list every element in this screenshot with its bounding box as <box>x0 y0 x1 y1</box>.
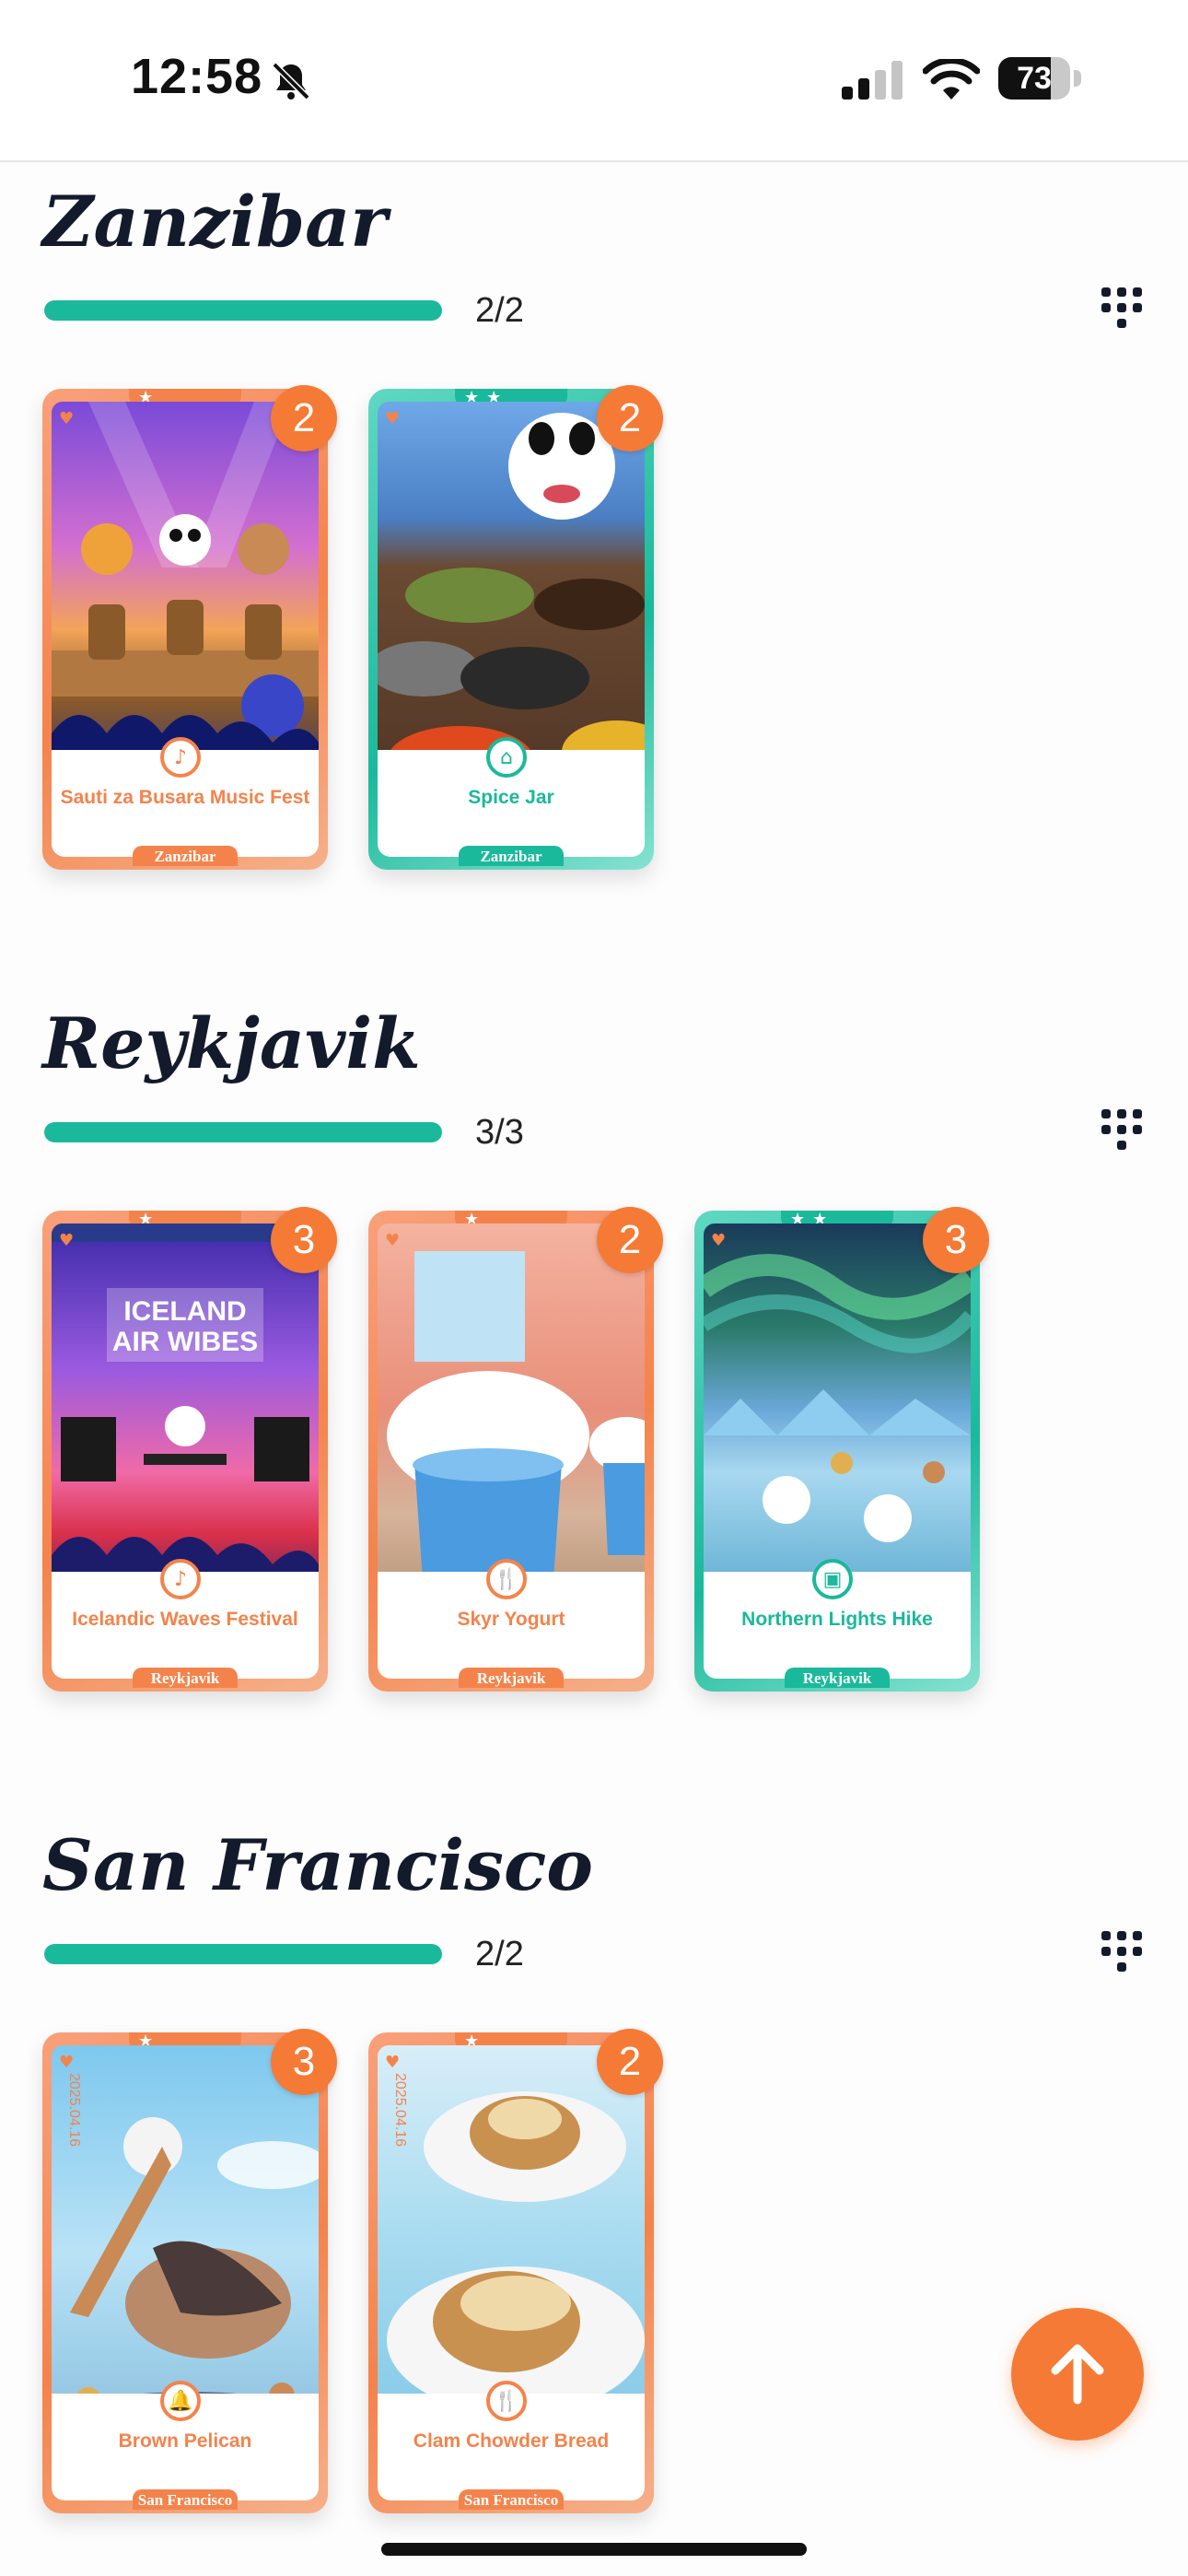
collectible-card[interactable]: ★ 2025.04.16 ♥ 🔔 Brown Pelican San Franc… <box>42 2032 328 2513</box>
card-count-badge: 3 <box>923 1207 989 1273</box>
progress-bar <box>44 1122 442 1142</box>
art-banner-line-2: AIR WIBES <box>112 1327 258 1357</box>
art-banner-line-1: ICELAND <box>123 1296 246 1327</box>
heart-icon: ♥ <box>59 1231 75 1250</box>
card-name: Skyr Yogurt <box>457 1609 565 1630</box>
card-city: Zanzibar <box>459 846 564 866</box>
card-name: Icelandic Waves Festival <box>72 1609 298 1630</box>
card-name: Spice Jar <box>468 787 554 808</box>
progress-bar <box>44 1944 442 1964</box>
collectible-card[interactable]: ★ ♥ ♪ Sauti za Busara Music Fest Zanziba… <box>42 389 328 870</box>
status-bar: 12:58 73 <box>0 0 1188 162</box>
card-city: Reykjavik <box>459 1668 564 1688</box>
progress-count: 2/2 <box>475 1935 524 1973</box>
section-title: Zanzibar <box>42 181 388 263</box>
heart-icon: ♥ <box>59 2053 75 2072</box>
card-count-badge: 2 <box>597 385 663 451</box>
card-count-badge: 2 <box>271 385 337 451</box>
cellular-signal-icon <box>842 61 903 100</box>
card-count-badge: 2 <box>597 1207 663 1273</box>
battery-percent: 73 <box>1017 61 1052 96</box>
progress-bar <box>44 300 442 321</box>
card-city: Zanzibar <box>133 846 238 866</box>
wifi-icon <box>923 59 980 100</box>
heart-icon: ♥ <box>385 409 401 428</box>
section-title: Reykjavik <box>42 1002 421 1084</box>
collectible-card[interactable]: ★★ ♥ ▣ Northern Lights Hike Reykjavik <box>694 1211 980 1692</box>
card-city: Reykjavik <box>785 1668 890 1688</box>
collectible-card[interactable]: ★ ICELAND AIR WIBES ♥ ♪ Icelandic Waves … <box>42 1211 328 1692</box>
spice-icon: ⌂ <box>486 737 527 778</box>
home-indicator <box>381 2543 807 2556</box>
collectible-card[interactable]: ★★ ♥ ⌂ Spice Jar Zanzibar <box>368 389 654 870</box>
collectible-card[interactable]: ★ ♥ 🍴 Skyr Yogurt Reykjavik <box>368 1211 654 1692</box>
grid-view-icon[interactable] <box>1100 286 1144 330</box>
music-note-icon: ♪ <box>160 737 201 778</box>
card-city: San Francisco <box>459 2489 564 2510</box>
card-date: 2025.04.16 <box>66 2073 82 2147</box>
section-title: San Francisco <box>42 1824 593 1906</box>
card-count-badge: 3 <box>271 2029 337 2095</box>
bell-muted-icon <box>272 62 310 100</box>
card-name: Clam Chowder Bread <box>413 2430 610 2452</box>
progress-count: 3/3 <box>475 1113 524 1152</box>
animal-icon: 🔔 <box>160 2381 201 2421</box>
card-name: Sauti za Busara Music Fest <box>60 787 310 808</box>
card-city: San Francisco <box>133 2489 238 2510</box>
collectible-card[interactable]: ★ 2025.04.16 ♥ 🍴 Clam Chowder Bread San … <box>368 2032 654 2513</box>
card-name: Northern Lights Hike <box>741 1609 933 1630</box>
card-city: Reykjavik <box>133 1668 238 1688</box>
battery-indicator: 73 <box>998 57 1081 100</box>
heart-icon: ♥ <box>385 2053 401 2072</box>
heart-icon: ♥ <box>59 409 75 428</box>
card-count-badge: 2 <box>597 2029 663 2095</box>
status-time: 12:58 <box>131 49 263 104</box>
fork-knife-icon: 🍴 <box>486 1559 527 1599</box>
card-name: Brown Pelican <box>118 2430 252 2452</box>
grid-view-icon[interactable] <box>1100 1929 1144 1973</box>
card-count-badge: 3 <box>271 1207 337 1273</box>
heart-icon: ♥ <box>711 1231 727 1250</box>
scroll-to-top-button[interactable] <box>1011 2308 1144 2441</box>
landmark-icon: ▣ <box>812 1559 853 1599</box>
progress-count: 2/2 <box>475 291 524 330</box>
fork-knife-icon: 🍴 <box>486 2381 527 2421</box>
arrow-up-icon <box>1051 2344 1104 2405</box>
card-date: 2025.04.16 <box>392 2073 408 2147</box>
grid-view-icon[interactable] <box>1100 1107 1144 1152</box>
heart-icon: ♥ <box>385 1231 401 1250</box>
music-note-icon: ♪ <box>160 1559 201 1599</box>
